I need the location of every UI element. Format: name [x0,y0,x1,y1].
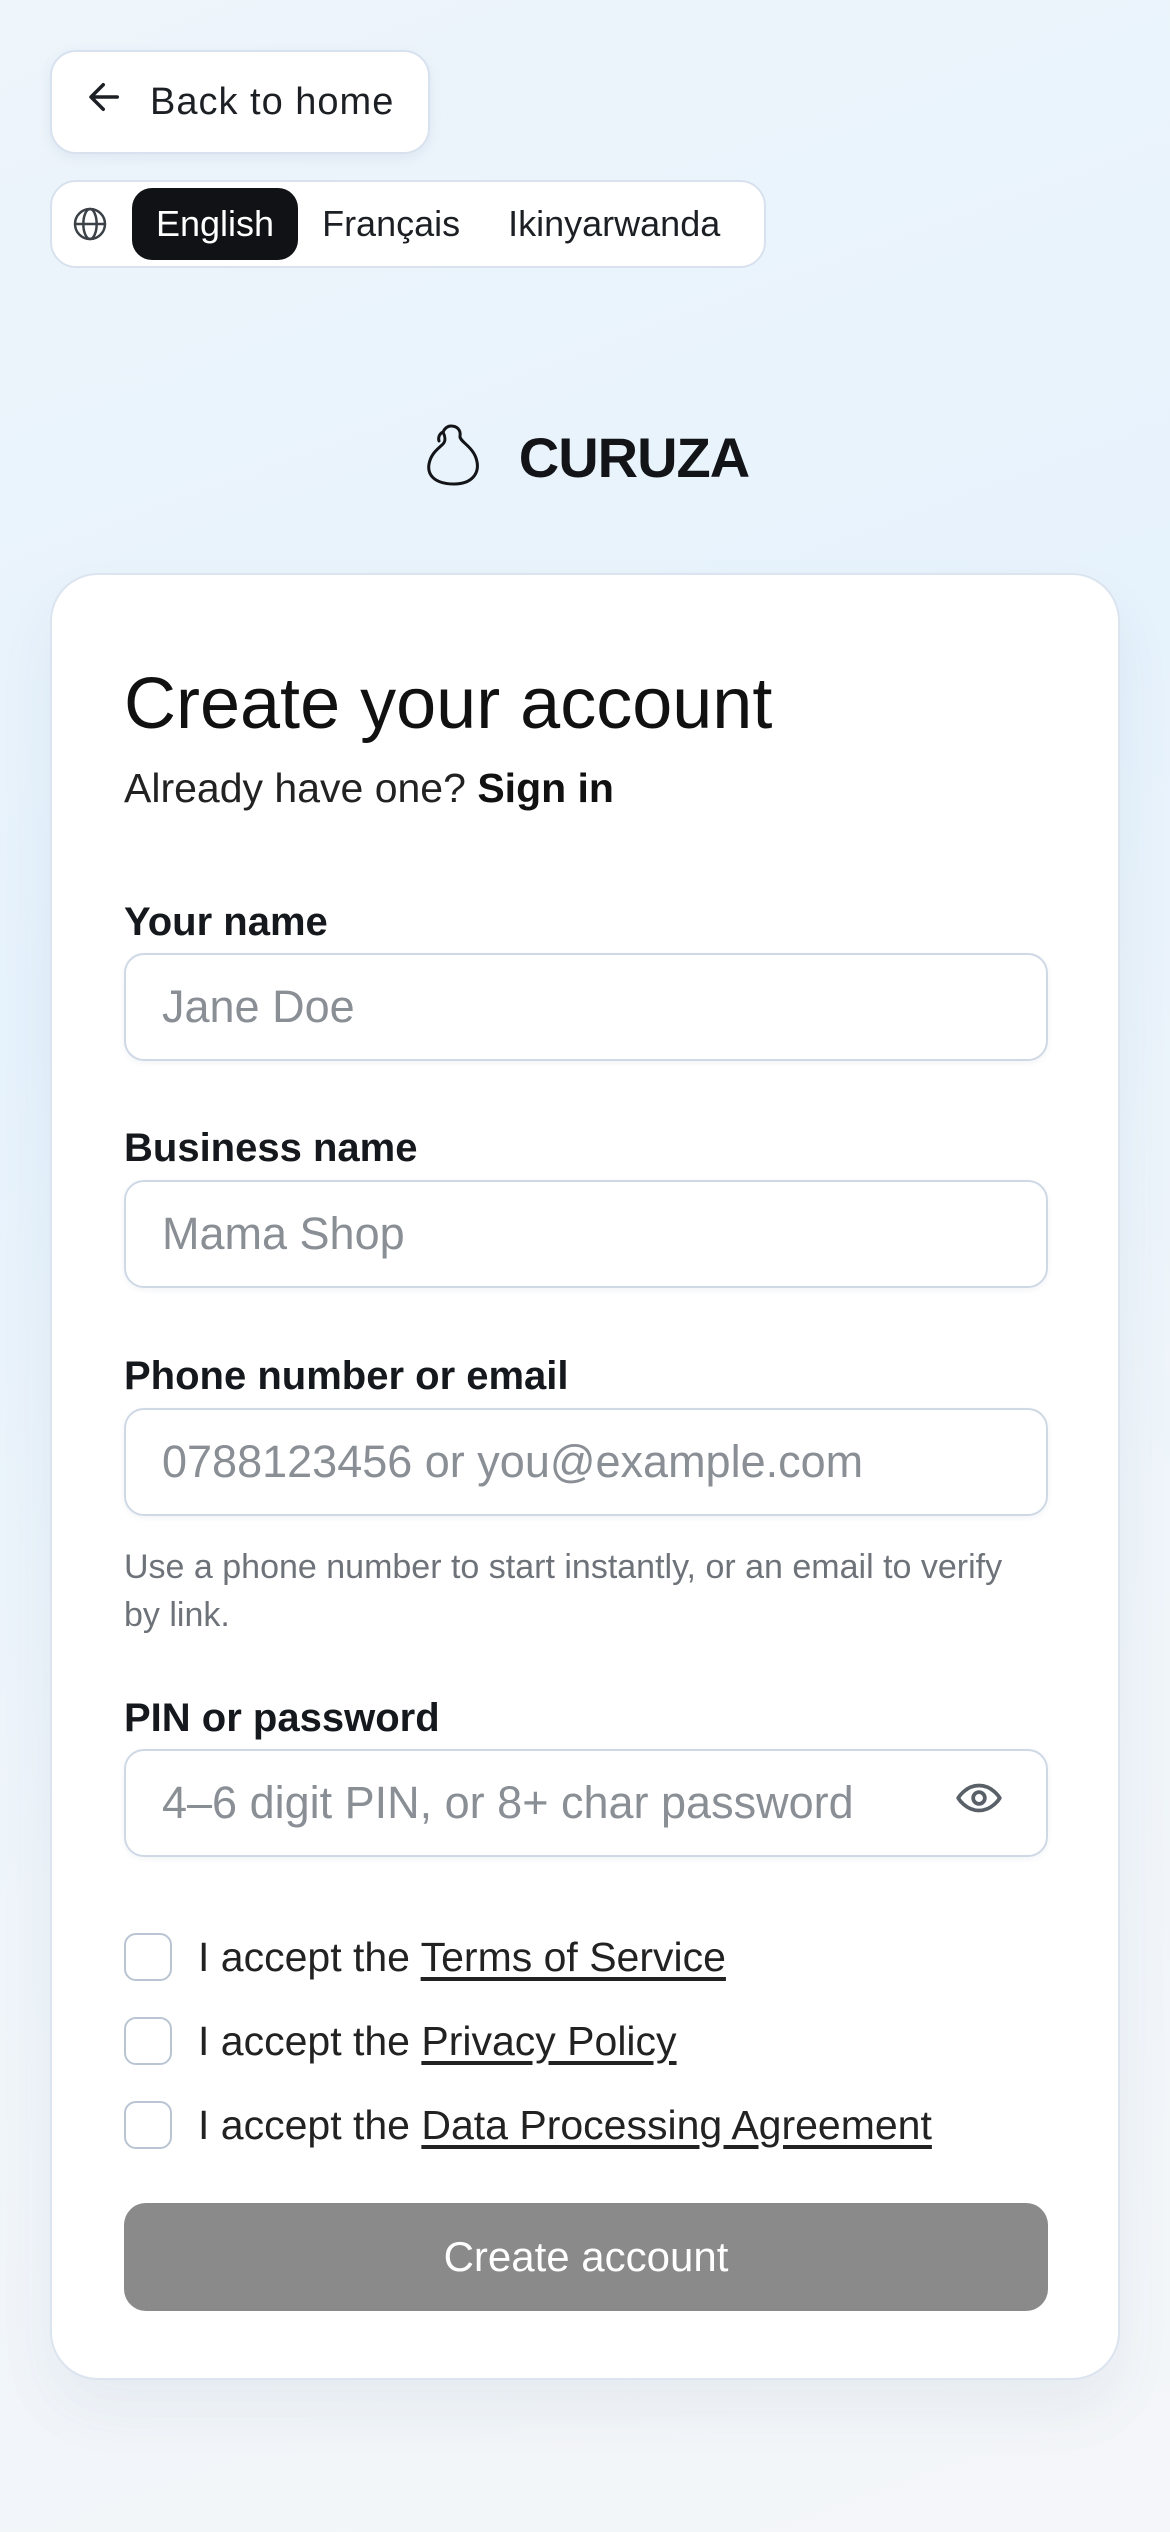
create-account-button[interactable]: Create account [124,2203,1048,2311]
contact-hint: Use a phone number to start instantly, o… [124,1548,1003,1634]
terms-consent-text: I accept the Terms of Service [198,1934,726,1981]
terms-prefix: I accept the [198,1933,410,1980]
privacy-policy-link[interactable]: Privacy Policy [421,2018,676,2064]
arrow-left-icon [84,76,126,128]
privacy-prefix: I accept the [198,2017,410,2064]
signup-card: Create your account Already have one? Si… [50,573,1120,2380]
back-to-home-label: Back to home [150,80,395,123]
language-option-english[interactable]: English [132,188,299,260]
globe-icon [70,202,114,246]
language-option-kinyarwanda[interactable]: Ikinyarwanda [484,188,744,260]
privacy-checkbox[interactable] [124,2017,172,2065]
dpa-checkbox[interactable] [124,2101,172,2149]
secret-label: PIN or password [124,1696,440,1740]
name-input[interactable] [124,953,1048,1061]
back-to-home-button[interactable]: Back to home [50,50,430,154]
business-name-label: Business name [124,1126,418,1170]
signin-prompt-text: Already have one? [124,765,466,811]
terms-checkbox[interactable] [124,1933,172,1981]
bag-logo-icon [421,420,487,495]
signin-prompt: Already have one? Sign in [124,765,614,812]
business-name-input[interactable] [124,1180,1048,1288]
dpa-consent-text: I accept the Data Processing Agreement [198,2102,932,2149]
sign-in-link[interactable]: Sign in [477,765,614,811]
language-option-french[interactable]: Français [298,188,484,260]
privacy-consent-text: I accept the Privacy Policy [198,2018,677,2065]
contact-label: Phone number or email [124,1354,569,1398]
dpa-consent-row: I accept the Data Processing Agreement [124,2101,932,2149]
privacy-consent-row: I accept the Privacy Policy [124,2017,677,2065]
secret-input[interactable] [124,1749,1048,1857]
page-title: Create your account [124,664,773,744]
terms-consent-row: I accept the Terms of Service [124,1933,726,1981]
terms-of-service-link[interactable]: Terms of Service [421,1934,726,1980]
language-switcher: English Français Ikinyarwanda [50,180,766,268]
brand-logo: CURUZA [0,420,1170,495]
dpa-prefix: I accept the [198,2101,410,2148]
data-processing-agreement-link[interactable]: Data Processing Agreement [421,2102,932,2148]
brand-name: CURUZA [518,426,750,489]
contact-input[interactable] [124,1408,1048,1516]
name-label: Your name [124,900,328,944]
eye-icon[interactable] [954,1773,1004,1823]
